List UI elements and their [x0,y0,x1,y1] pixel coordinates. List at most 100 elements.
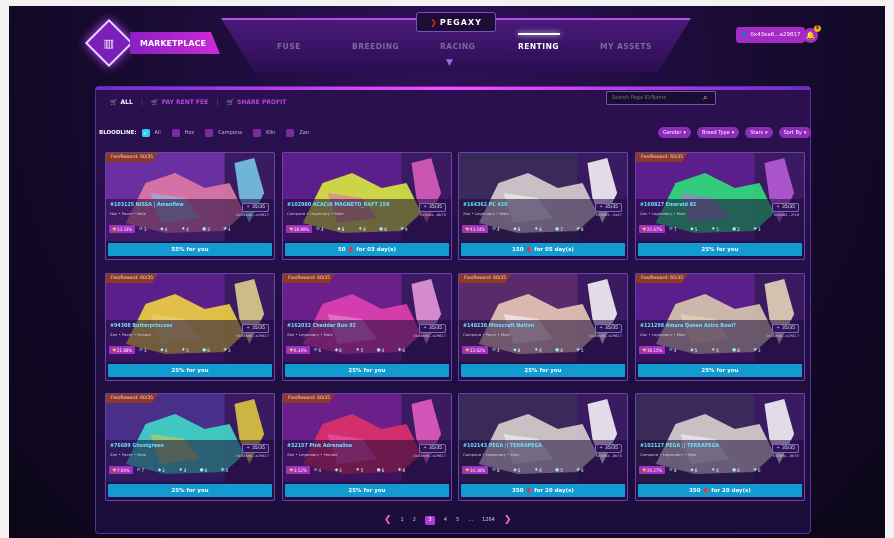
gender-dropdown[interactable]: Gender ▾ [658,127,691,138]
tab-share-profit[interactable]: 🛒 SHARE PROFIT [227,99,287,106]
stat-value: 5 [360,347,364,353]
rent-button[interactable]: 150 🩸 for 05 day(s) [461,243,625,256]
checkbox-hoz[interactable] [171,129,180,137]
owner-address: 0x43ea6...a29817 [766,334,799,338]
rent-button[interactable]: 25% for you [108,484,272,497]
stat-value: 3 [144,347,147,353]
win-rate: 🏆 28.89% [286,225,313,233]
rent-button[interactable]: 350 🩸 for 20 day(s) [638,484,802,497]
page-5[interactable]: 5 [456,517,459,523]
pega-stats: 🏆 28.89% ⟳ 4 ◆ 8 ♦ 8 ● 8 ✚ 9 [283,224,451,234]
prev-page-icon[interactable]: ❮ [384,515,392,525]
stat-value: 6 [716,347,719,353]
energy-badge: ✦ 35/35 [242,444,269,453]
page-last[interactable]: 1264 [482,517,495,523]
stat-value: 2 [737,226,740,232]
marketplace-logo[interactable]: ▥ MARKETPLACE [84,18,220,68]
energy-value: 35/35 [429,205,442,210]
energy-badge: ✦ 35/35 [419,324,446,333]
rent-button[interactable]: 50 🩸 for 03 day(s) [285,243,449,256]
stat-fire: ● 2 [732,227,751,232]
pega-meta: Zan • Pacer • Male [110,452,147,457]
energy-badge: ✦ 35/35 [772,324,799,333]
nav-fuse[interactable]: FUSE [277,42,301,51]
lightning-icon: ♦ [711,347,716,353]
checkbox-all[interactable]: ✓ [141,129,150,137]
pega-card[interactable]: Fee/Reward: 60/35 #160827 Emerald 82 Zan… [635,152,805,260]
rent-button[interactable]: 25% for you [108,364,272,377]
rent-button[interactable]: 25% for you [285,364,449,377]
page-3[interactable]: 3 [424,515,435,525]
nav-breeding[interactable]: BREEDING [352,42,399,51]
rent-button[interactable]: 25% for you [285,484,449,497]
stat-value: 5 [186,347,189,353]
search-input[interactable] [606,91,716,105]
rent-button[interactable]: 55% for you [108,243,272,256]
stat-value: 5 [716,226,719,232]
pega-card[interactable]: Fee/Reward: 60/35 #103125 NISSA | Amanfl… [105,152,275,260]
chevron-down-icon[interactable]: ▼ [446,58,453,68]
page-2[interactable]: 2 [413,517,416,523]
pega-card[interactable]: Fee/Reward: 60/35 #94308 Butterprincess … [105,273,275,381]
owner-address: 0x5e0a...8b70 [420,213,446,217]
stat-strength: ◆ 5 [690,348,709,353]
horse-icon: ❯ [430,17,438,27]
next-page-icon[interactable]: ❯ [504,515,512,525]
pega-stats: 🏆 21.88% ⟳ 3 ◆ 4 ♦ 5 ● 6 ✚ 3 [106,345,274,355]
rent-button[interactable]: 25% for you [461,364,625,377]
pega-meta: Campona • Legendary • Male [287,211,344,216]
pega-card[interactable]: #164362 PC 420 Zan • Legendary • Male ✦ 3… [458,152,628,260]
stat-strength: ◆ 5 [513,468,532,473]
energy-value: 35/35 [605,326,618,331]
checkbox-klin[interactable] [253,129,262,137]
sort-by-dropdown-label: Sort By [783,129,802,136]
nav-renting[interactable]: RENTING [518,42,559,51]
owner-address: 0x43ea6...a29817 [413,334,446,338]
pega-card[interactable]: #102143 PEGA || TERRAPEGA Campona • Lege… [458,393,628,501]
lightning-icon: ♦ [355,467,360,473]
breed-type-dropdown[interactable]: Breed Type ▾ [696,127,740,138]
stat-strength: ◆ 6 [690,468,709,473]
filter-dropdowns: Gender ▾ Breed Type ▾ Stars ▾ Sort By ▾ [658,127,812,138]
lightning-icon: ♦ [181,226,186,232]
energy-icon: ✦ [776,205,781,210]
stat-water: ✚ 3 [753,348,772,353]
nav-my-assets[interactable]: MY ASSETS [600,42,652,51]
page-4[interactable]: 4 [444,517,447,523]
rent-button[interactable]: 25% for you [638,364,802,377]
fire-icon: ● [555,226,560,232]
pega-card[interactable]: #102980 ACACIA MAGNETO_RAFT 158 Campona … [282,152,452,260]
brand-badge[interactable]: ❯ PEGAXY [416,12,496,32]
win-rate-value: 7.04% [116,467,130,473]
nav-racing[interactable]: RACING [440,42,475,51]
pega-card[interactable]: Fee/Reward: 60/35 #148238 Minecraft Nati… [458,273,628,381]
stars-dropdown[interactable]: Stars ▾ [745,127,773,138]
checkbox-zan[interactable] [286,129,295,137]
pega-card[interactable]: Fee/Reward: 60/35 #76689 Ghostgreen Zan … [105,393,275,501]
stat-speed: ⟳ 4 [669,348,688,353]
strength-icon: ◆ [513,347,517,353]
owner-address: 0x5e0a...8b70 [773,454,799,458]
bloodline-label: BLOODLINE: [99,130,137,136]
lightning-icon: ♦ [355,347,360,353]
page-1[interactable]: 1 [401,517,404,523]
water-icon: ✚ [576,347,581,353]
pega-card[interactable]: Fee/Reward: 60/35 #32157 Pink Adrenaline… [282,393,452,501]
fire-icon: ● [202,347,207,353]
energy-icon: ✦ [599,326,604,331]
search-icon[interactable]: ⌕ [703,93,707,103]
rent-button[interactable]: 25% for you [638,243,802,256]
checkbox-campona[interactable] [205,129,214,137]
pega-card[interactable]: Fee/Reward: 60/35 #162032 Cheddar Bun 92… [282,273,452,381]
rent-button[interactable]: 350 🩸 for 20 day(s) [461,484,625,497]
stat-value: 4 [186,226,189,232]
tab-all[interactable]: 🛒 ALL [110,99,133,106]
wallet-button[interactable]: 👤 0x43ea6...a29817 [736,27,805,43]
pega-card[interactable]: Fee/Reward: 60/35 #121298 Amara Queen As… [635,273,805,381]
tab-pay-rent-fee[interactable]: 🛒 PAY RENT FEE [151,99,208,106]
stat-fire: ● 6 [200,468,219,473]
pega-card[interactable]: #102127 PEGA || TERRAPEGA Campona • Lege… [635,393,805,501]
speed-icon: ⟳ [669,467,674,473]
sort-by-dropdown[interactable]: Sort By ▾ [778,127,812,138]
win-rate-value: 13.33% [116,226,133,232]
